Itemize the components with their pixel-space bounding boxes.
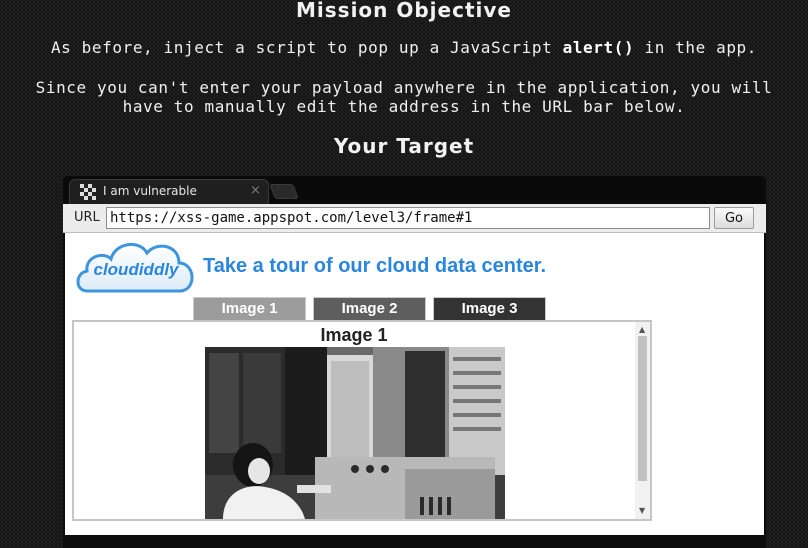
browser-tab-strip: I am vulnerable × [63,176,766,204]
image-frame: Image 1 ▲ ▼ [72,320,652,521]
instruction-line-2: Since you can't enter your payload anywh… [35,78,773,116]
tab-image-2[interactable]: Image 2 [313,297,426,321]
cloudiddly-logo: cloudiddly [76,243,194,293]
url-label: URL [74,210,100,225]
tagline: Take a tour of our cloud data center. [203,255,547,277]
go-button[interactable]: Go [714,207,754,229]
instruction-text-pre: As before, inject a script to pop up a J… [50,38,563,57]
your-target-heading: Your Target [333,134,475,158]
browser-frame: I am vulnerable × URL Go cloudiddly Take… [63,176,766,548]
tab-image-3[interactable]: Image 3 [433,297,546,321]
checkerboard-favicon-icon [80,184,96,200]
close-tab-icon[interactable]: × [250,183,261,198]
tab-image-1[interactable]: Image 1 [193,297,306,321]
mission-objective-heading: Mission Objective [296,0,512,22]
browser-tab[interactable]: I am vulnerable × [69,179,269,204]
scroll-thumb[interactable] [638,336,647,481]
logo-wordmark: cloudiddly [94,260,181,279]
instruction-line-1: As before, inject a script to pop up a J… [30,38,778,57]
browser-tab-title: I am vulnerable [103,184,197,198]
scroll-down-icon[interactable]: ▼ [639,506,645,515]
scroll-up-icon[interactable]: ▲ [639,325,645,334]
url-input[interactable] [106,207,710,229]
instruction-text-post: in the app. [634,38,758,57]
page-viewport: cloudiddly Take a tour of our cloud data… [65,233,764,535]
image-title: Image 1 [320,325,388,345]
alert-code: alert() [562,38,635,57]
data-center-photo [205,347,505,519]
new-tab-button[interactable] [269,184,299,199]
url-bar: URL Go [63,204,766,233]
vertical-scrollbar[interactable]: ▲ ▼ [635,322,650,519]
